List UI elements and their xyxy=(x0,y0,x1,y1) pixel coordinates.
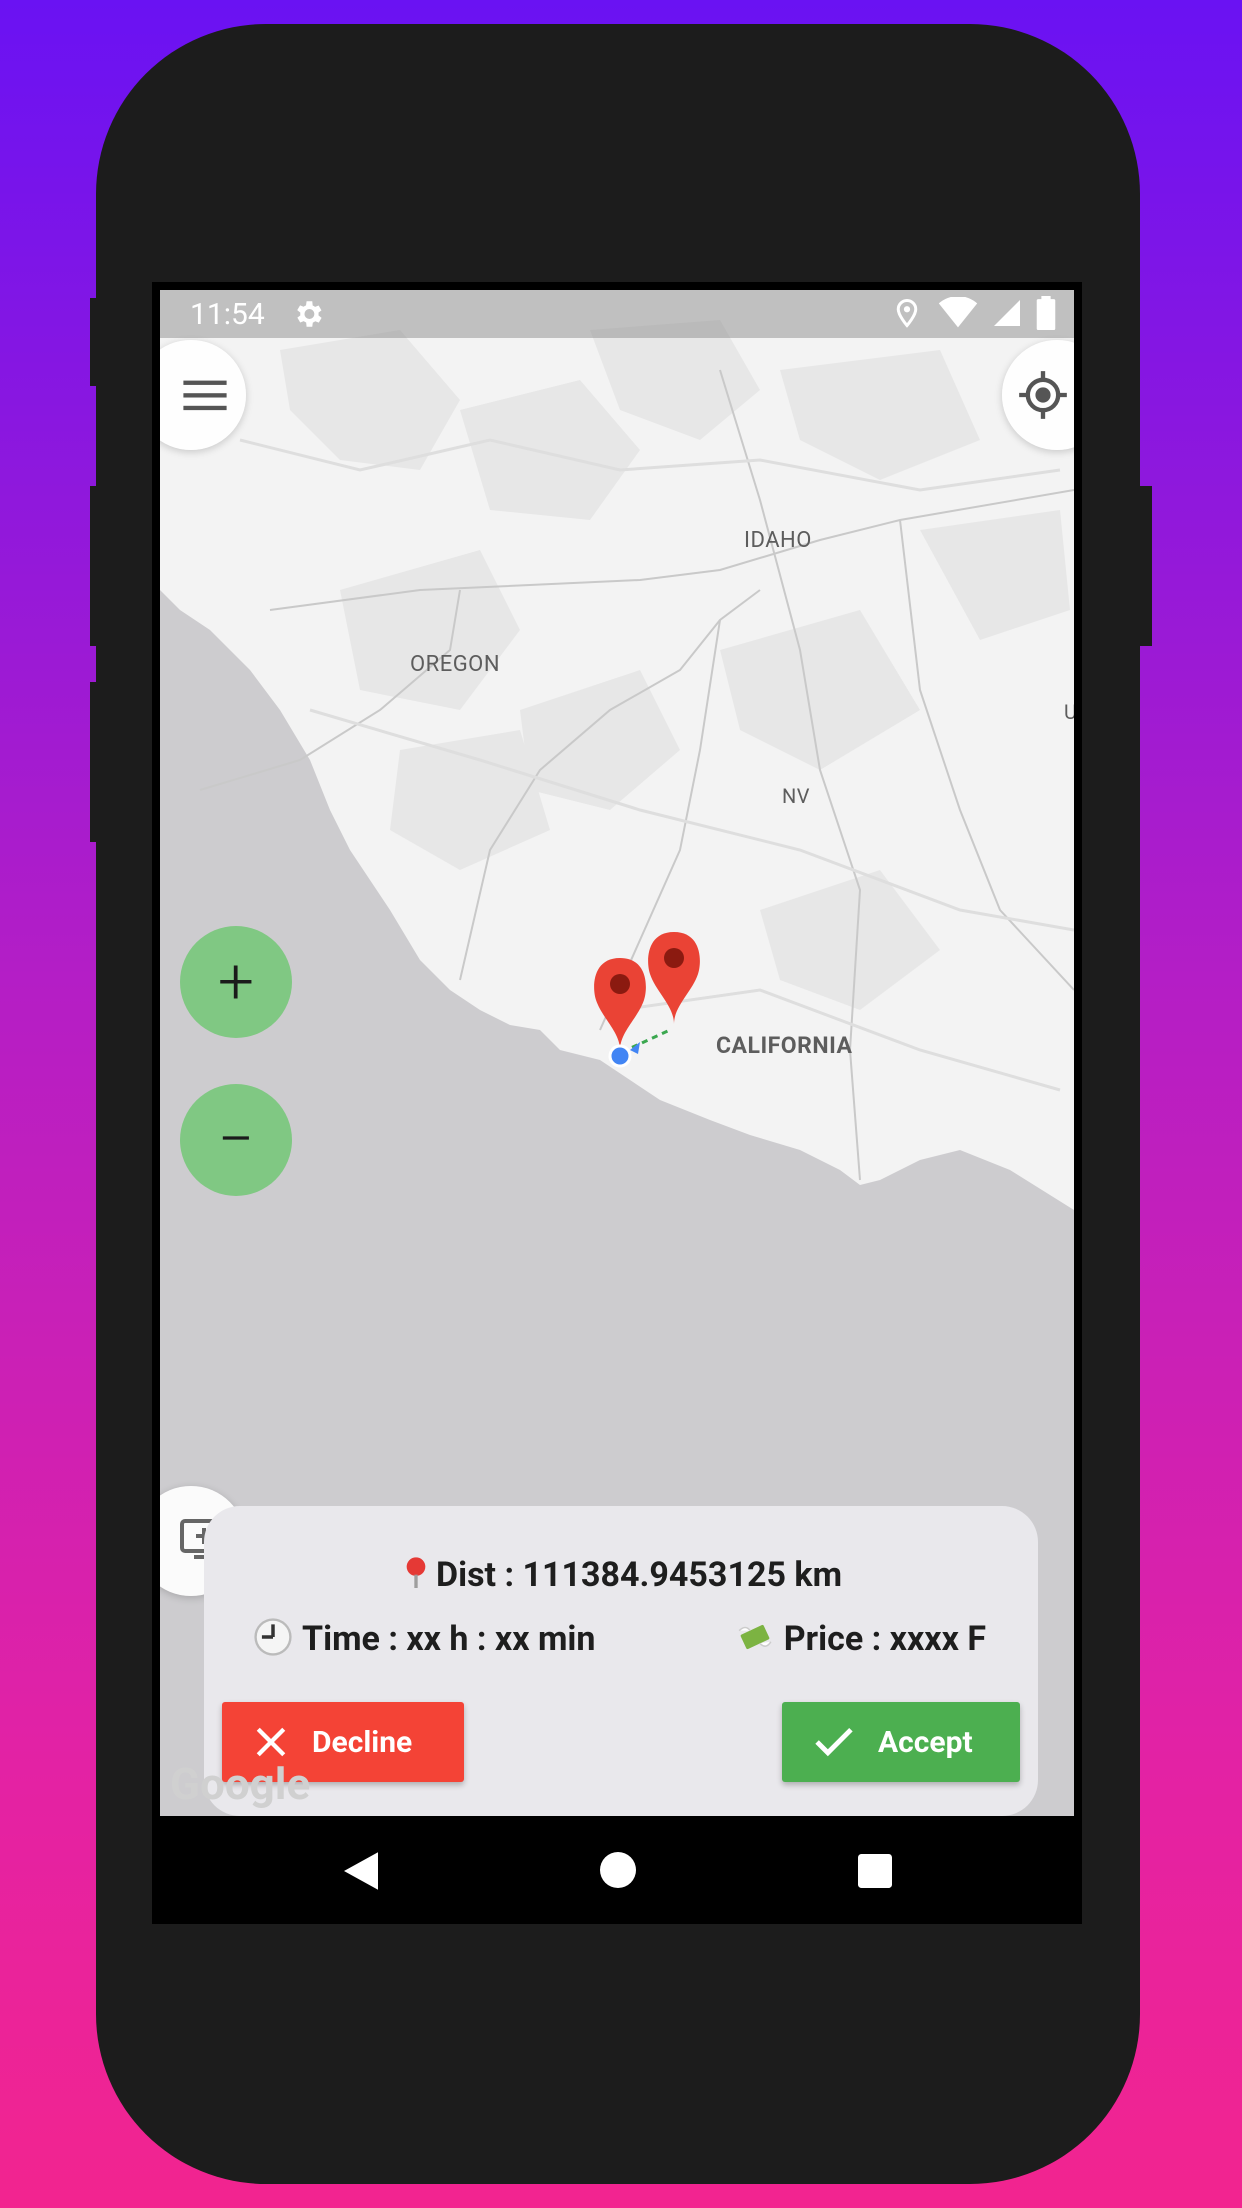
crosshair-icon xyxy=(1019,371,1067,419)
recents-icon[interactable] xyxy=(858,1854,892,1888)
time-row: Time : xx h : xx min xyxy=(254,1618,595,1659)
app-screen: IDAHO OREGON NV CALIFORNIA U 11:54 + − D… xyxy=(160,290,1074,1816)
pin-icon xyxy=(406,1557,426,1588)
decline-label: Decline xyxy=(312,1724,413,1760)
google-attribution: Google xyxy=(170,1758,311,1810)
ride-info-card: Dist : 111384.9453125 km Time : xx h : x… xyxy=(204,1506,1038,1816)
gear-icon xyxy=(296,301,322,327)
back-icon[interactable] xyxy=(344,1852,378,1890)
map-label-nevada: NV xyxy=(782,784,811,808)
phone-side-button xyxy=(90,682,100,842)
wifi-icon xyxy=(938,297,978,328)
map-label-idaho: IDAHO xyxy=(744,528,812,553)
flying-money-icon xyxy=(738,1624,772,1650)
map-label-utah-partial: U xyxy=(1064,700,1074,724)
phone-side-button xyxy=(90,486,100,646)
android-nav-bar xyxy=(160,1816,1074,1924)
current-location-dot xyxy=(608,1044,632,1068)
zoom-in-button[interactable]: + xyxy=(180,926,292,1038)
signal-icon xyxy=(994,300,1020,326)
distance-text: Dist : 111384.9453125 km xyxy=(435,1555,843,1595)
menu-icon xyxy=(183,380,227,411)
accept-button[interactable]: Accept xyxy=(782,1702,1020,1782)
close-icon xyxy=(256,1727,286,1757)
phone-side-button xyxy=(1138,486,1152,646)
map-label-oregon: OREGON xyxy=(410,652,501,677)
home-icon[interactable] xyxy=(600,1852,636,1888)
location-icon xyxy=(896,298,918,328)
map-label-california: CALIFORNIA xyxy=(716,1032,853,1059)
battery-icon xyxy=(1036,296,1056,330)
zoom-out-button[interactable]: − xyxy=(180,1084,292,1196)
clock-icon xyxy=(254,1618,292,1656)
status-bar: 11:54 xyxy=(160,290,1074,338)
status-time: 11:54 xyxy=(190,296,265,332)
phone-side-button xyxy=(90,298,100,386)
accept-label: Accept xyxy=(878,1724,973,1760)
distance-row: Dist : 111384.9453125 km xyxy=(204,1552,1038,1595)
price-text: Price : xxxx F xyxy=(783,1619,986,1659)
time-text: Time : xx h : xx min xyxy=(302,1619,596,1659)
check-icon xyxy=(815,1727,853,1757)
price-row: Price : xxxx F xyxy=(736,1618,986,1659)
